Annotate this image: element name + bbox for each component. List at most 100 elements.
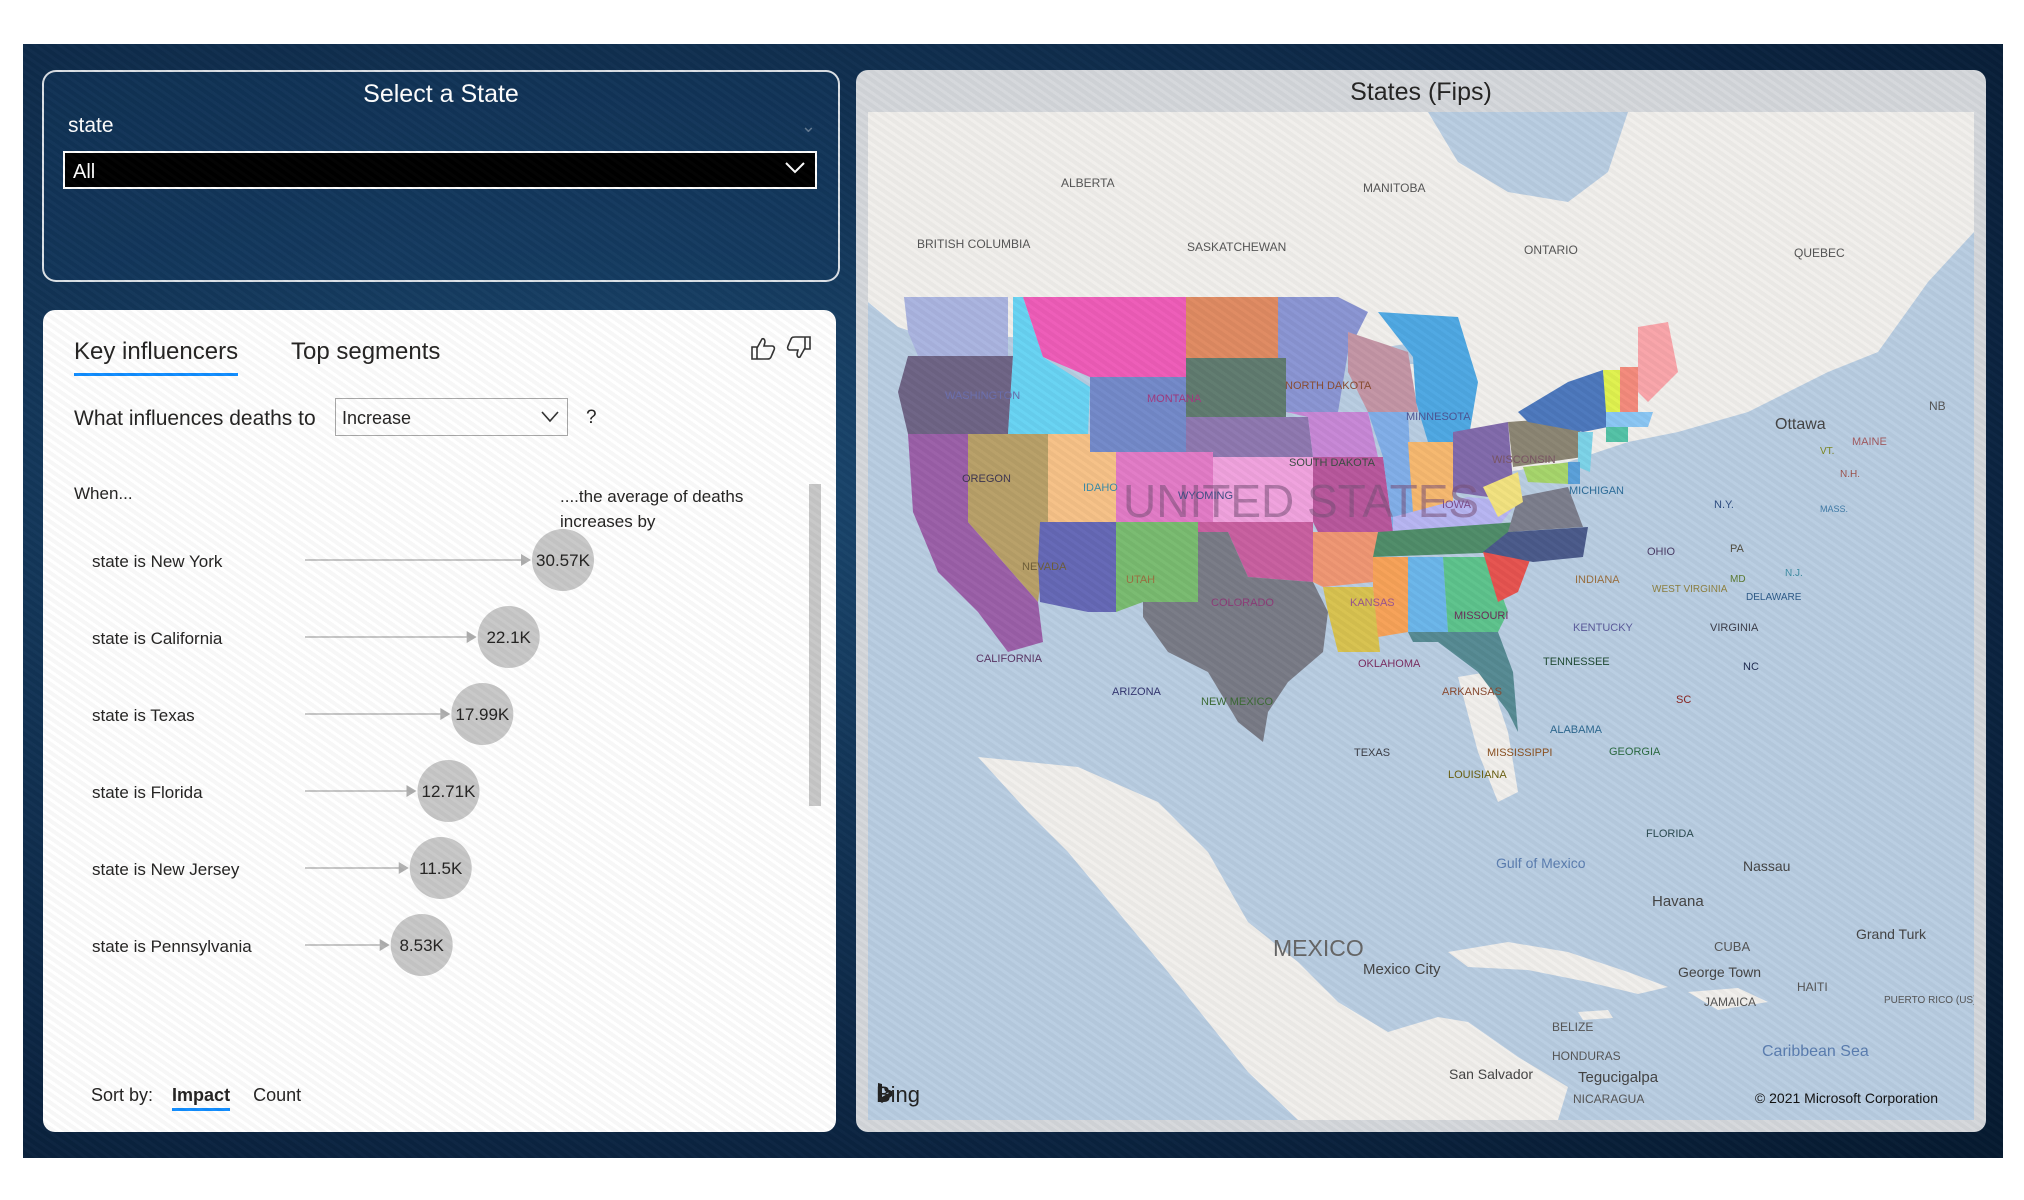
map-label: Gulf of Mexico [1496,855,1586,871]
map-label: MD [1730,574,1746,585]
sort-count-option[interactable]: Count [253,1085,301,1106]
map-label: QUEBEC [1794,246,1845,260]
map-canvas[interactable]: UNITED STATES ALBERTA MANITOBA BRITISH COL… [868,112,1974,1120]
arrow-icon [398,862,409,874]
map-label: SC [1676,694,1692,706]
state-wyoming[interactable] [1090,377,1186,452]
map-label: ONTARIO [1524,243,1578,257]
map-label: MINNESOTA [1406,411,1471,423]
map-label: GEORGIA [1609,746,1661,758]
map-label: MISSISSIPPI [1487,747,1553,759]
key-influencers-visual: Key influencers Top segments What influe… [43,310,836,1132]
map-label: MONTANA [1147,393,1202,405]
thumbs-up-icon[interactable] [749,334,777,362]
tab-selected-underline [74,373,239,376]
state-new-mexico[interactable] [1116,522,1198,612]
map-label: MANITOBA [1363,181,1426,195]
influencer-value: 8.53K [399,936,444,955]
state-north-dakota[interactable] [1186,297,1278,358]
map-label: OKLAHOMA [1358,658,1421,670]
map-label: Ottawa [1775,416,1826,433]
state-washington[interactable] [904,297,1008,356]
map-label: WASHINGTON [945,390,1021,402]
state-connecticut[interactable] [1606,427,1628,442]
map-label: N.Y. [1714,499,1734,511]
state-nebraska[interactable] [1186,417,1313,457]
state-new-hampshire[interactable] [1620,367,1638,412]
report-canvas: Select a State state ⌄ All Key influence… [23,44,2003,1158]
map-label: Caribbean Sea [1762,1043,1869,1060]
state-arkansas[interactable] [1313,532,1378,587]
map-label: INDIANA [1575,574,1620,586]
map-label: OHIO [1647,546,1676,558]
map-label: NORTH DAKOTA [1285,380,1372,392]
map-label: TEXAS [1354,747,1391,759]
thumbs-down-icon[interactable] [785,334,813,362]
arrow-icon [406,785,417,797]
scrollbar[interactable] [809,484,821,806]
map-label: Nassau [1743,858,1791,874]
states-map-visual: States (Fips) UNITED STATES ALBERTA MANI… [856,70,1986,1132]
map-label: MAINE [1852,436,1887,448]
slicer-field-label: state [68,114,114,137]
arrow-icon [466,631,477,643]
influencer-bubble-chart: 8.53K [305,914,453,976]
map-label: KENTUCKY [1573,622,1633,634]
influencer-row[interactable]: state is Pennsylvania 8.53K [43,900,803,990]
state-delaware[interactable] [1568,462,1580,484]
state-vermont[interactable] [1603,370,1620,412]
state-new-jersey[interactable] [1578,432,1593,472]
slicer-title: Select a State [363,80,519,108]
arrow-icon [521,554,531,566]
map-label: N.H. [1840,469,1860,480]
map-label: Tegucigalpa [1578,1069,1659,1086]
tab-key-influencers-label: Key influencers [74,338,239,365]
map-label: FLORIDA [1646,828,1694,840]
map-title: States (Fips) [1350,78,1492,106]
influencer-value: 22.1K [486,628,531,647]
map-label: CUBA [1714,939,1751,954]
bing-logo: Bing [876,1082,920,1108]
map-label: WYOMING [1178,490,1233,502]
tab-top-segments[interactable]: Top segments [291,338,440,366]
state-massachusetts[interactable] [1606,412,1653,427]
map-label: WISCONSIN [1492,454,1556,466]
influencer-list: state is New York 30.57K state is Californ… [43,515,803,1075]
tab-key-influencers[interactable]: Key influencers [74,338,239,376]
jamaica-land [1578,1010,1613,1020]
map-label: DELAWARE [1746,592,1802,603]
map-label: BELIZE [1552,1020,1594,1034]
map-label: SASKATCHEWAN [1187,240,1287,254]
chevron-down-icon [785,162,805,174]
arrow-icon [379,939,390,951]
arrow-icon [440,708,451,720]
when-header: When... [74,484,133,503]
map-label: VT. [1820,446,1835,457]
sort-by-bar: Sort by: Impact Count [91,1085,301,1111]
chevron-down-icon [541,411,559,423]
map-label: IOWA [1442,499,1471,511]
map-label: MASS. [1820,504,1849,514]
map-label: UTAH [1126,574,1156,586]
map-label: NEW MEXICO [1201,696,1274,708]
sort-impact-option[interactable]: Impact [172,1085,231,1111]
state-dropdown-value: All [73,161,96,183]
map-copyright: © 2021 Microsoft Corporation [1754,1090,1938,1106]
cuba-land [1448,942,1668,994]
map-label: ALBERTA [1061,176,1115,190]
map-label: BRITISH COLUMBIA [917,237,1031,251]
state-alabama[interactable] [1408,557,1448,632]
influencer-question: What influences deaths to [74,407,316,430]
bing-icon [878,1083,892,1103]
state-south-dakota[interactable] [1186,358,1286,417]
state-dropdown[interactable]: All [63,151,817,189]
map-label: Havana [1652,893,1704,910]
map-label: PUERTO RICO (US) [1884,995,1974,1006]
state-slicer: Select a State state ⌄ All [42,70,840,282]
map-label: WEST VIRGINIA [1652,584,1728,595]
question-mark: ? [586,407,597,428]
map-label: N.J. [1785,568,1803,579]
direction-dropdown[interactable]: Increase [335,398,568,436]
map-label: OREGON [962,473,1011,485]
map-label: KANSAS [1350,597,1395,609]
